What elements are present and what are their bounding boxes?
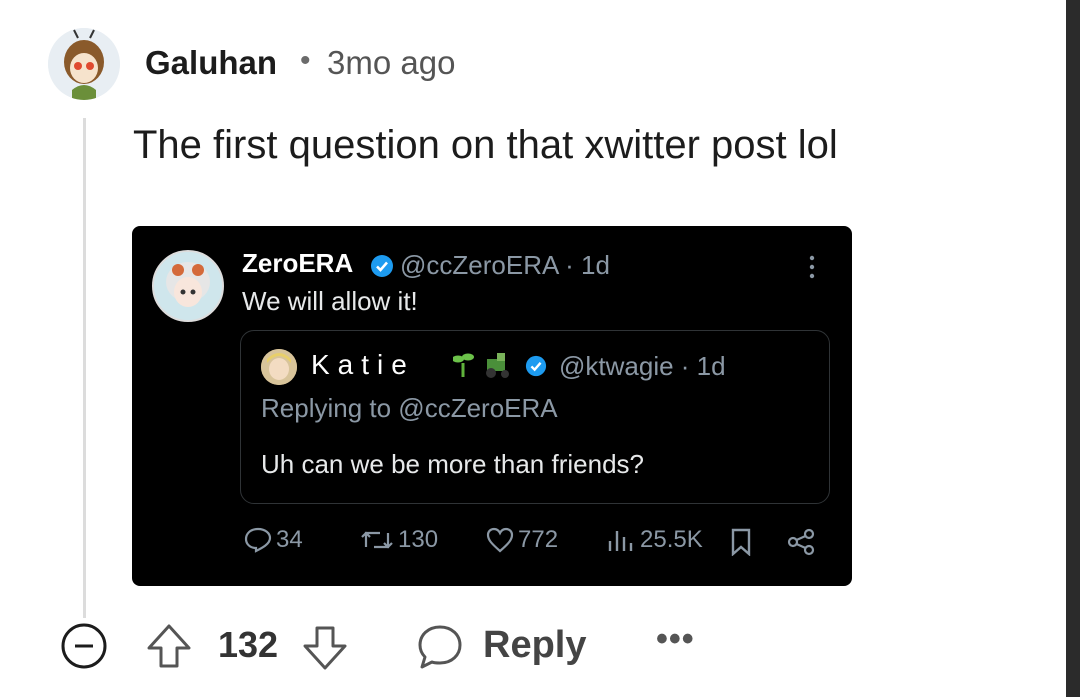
views-count: 25.5K (640, 526, 703, 553)
post-author-name: ZeroERA (242, 248, 354, 278)
post-text: We will allow it! (242, 286, 418, 316)
replies-count: 34 (276, 526, 303, 553)
replies-stat: 34 (244, 526, 303, 554)
upvote-icon[interactable] (146, 622, 192, 670)
comment-username[interactable]: Galuhan (145, 44, 277, 82)
views-stat: 25.5K (606, 526, 703, 554)
share-icon (787, 528, 815, 556)
bookmark-icon (731, 528, 751, 556)
kebab-icon (809, 255, 815, 279)
user-avatar[interactable] (48, 28, 120, 100)
post-handle: @ccZeroERA · 1d (400, 250, 610, 280)
quote-replying-to: Replying to @ccZeroERA (261, 393, 558, 423)
views-bars-icon (608, 531, 633, 551)
likes-stat: 772 (486, 526, 558, 554)
downvote-icon[interactable] (302, 624, 348, 672)
post-avatar (152, 250, 224, 322)
comment-body: The first question on that xwitter post … (133, 123, 838, 167)
vote-count: 132 (218, 624, 279, 665)
quote-handle: @ktwagie · 1d (559, 351, 726, 381)
reply-bubble-icon (244, 527, 272, 553)
quote-avatar (261, 349, 297, 385)
reply-label[interactable]: Reply (483, 624, 586, 667)
thread-line[interactable] (83, 118, 86, 618)
scrollbar[interactable] (1066, 0, 1080, 697)
verified-icon (371, 255, 393, 277)
reposts-count: 130 (398, 526, 439, 553)
separator-dot: • (300, 44, 311, 77)
quote-author-name: Katie (311, 349, 415, 380)
reposts-stat: 130 (360, 526, 438, 554)
repost-icon (361, 531, 393, 549)
comment-timestamp: 3mo ago (327, 44, 456, 81)
seedling-tractor-emoji-icon (453, 353, 509, 378)
more-icon[interactable]: ••• (656, 620, 695, 659)
heart-icon (486, 527, 514, 553)
collapse-icon[interactable] (60, 622, 108, 670)
verified-icon (525, 355, 547, 377)
likes-count: 772 (518, 526, 559, 553)
comment-bubble-icon[interactable] (416, 624, 464, 670)
quoted-post: Katie @ktwagie · 1d Replying to @ccZeroE… (240, 330, 830, 504)
embedded-screenshot[interactable]: ZeroERA @ccZeroERA · 1d We will allow it… (132, 226, 852, 586)
quote-text: Uh can we be more than friends? (261, 449, 644, 479)
